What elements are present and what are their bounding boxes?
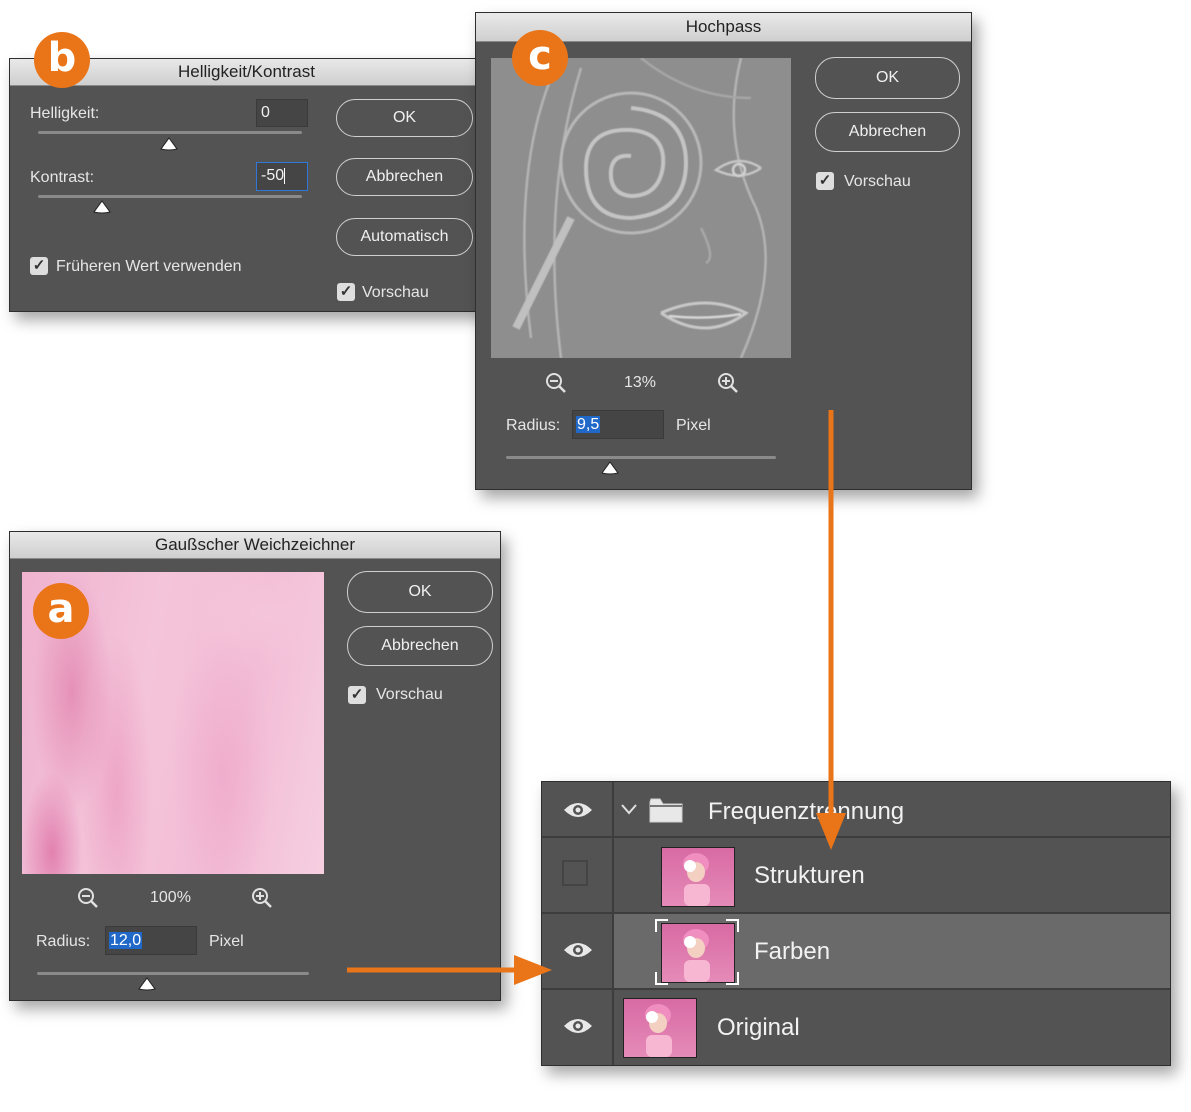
- ok-button[interactable]: OK: [347, 571, 493, 613]
- legacy-checkbox[interactable]: ✓: [30, 257, 48, 275]
- legacy-label: Früheren Wert verwenden: [56, 258, 242, 275]
- radius-unit: Pixel: [209, 933, 244, 950]
- badge-b: b: [34, 32, 90, 88]
- cancel-button[interactable]: Abbrechen: [336, 158, 473, 196]
- brightness-field[interactable]: 0: [256, 99, 308, 127]
- group-name: Frequenztrennung: [708, 798, 905, 825]
- zoom-level: 100%: [150, 889, 191, 906]
- visibility-cell[interactable]: [542, 838, 614, 912]
- eye-icon[interactable]: [562, 800, 594, 820]
- zoom-level: 13%: [624, 374, 657, 391]
- layers-panel: Frequenztrennung Strukturen Farben Origi…: [541, 781, 1171, 1066]
- contrast-slider-thumb[interactable]: [93, 200, 111, 214]
- layer-row-strukturen[interactable]: Strukturen: [542, 838, 1170, 914]
- layer-name: Original: [717, 1014, 800, 1041]
- brightness-slider-thumb[interactable]: [160, 137, 178, 151]
- radius-value: 9,5: [576, 416, 601, 433]
- layer-thumbnail: [661, 847, 735, 907]
- visibility-cell[interactable]: [542, 914, 614, 988]
- zoom-in-icon[interactable]: [250, 886, 274, 910]
- zoom-in-icon[interactable]: [716, 371, 740, 395]
- radius-value: 12,0: [109, 932, 143, 949]
- contrast-value: -50: [261, 167, 285, 184]
- layer-row-farben[interactable]: Farben: [542, 914, 1170, 990]
- radius-slider-track[interactable]: [506, 456, 776, 459]
- preview-checkbox[interactable]: ✓: [348, 686, 366, 704]
- cancel-button[interactable]: Abbrechen: [815, 112, 960, 152]
- brightness-label: Helligkeit:: [30, 105, 100, 122]
- layer-name: Farben: [754, 938, 831, 965]
- badge-c: c: [512, 30, 568, 86]
- layer-name: Strukturen: [754, 862, 865, 889]
- visibility-cell[interactable]: [542, 782, 614, 836]
- preview-label: Vorschau: [362, 284, 429, 301]
- layer-thumbnail: [623, 998, 697, 1058]
- eye-icon[interactable]: [562, 1016, 594, 1036]
- radius-field[interactable]: 9,5: [572, 410, 664, 439]
- eye-icon[interactable]: [562, 940, 594, 960]
- visibility-cell[interactable]: [542, 990, 614, 1065]
- radius-slider-thumb[interactable]: [138, 977, 156, 991]
- contrast-slider-track[interactable]: [38, 195, 302, 198]
- visibility-toggle-off[interactable]: [562, 860, 588, 886]
- highpass-preview-image[interactable]: [491, 58, 791, 358]
- radius-slider-thumb[interactable]: [601, 461, 619, 475]
- dialog-title: Gaußscher Weichzeichner: [10, 532, 500, 559]
- preview-label: Vorschau: [844, 173, 911, 190]
- zoom-out-icon[interactable]: [544, 371, 568, 395]
- chevron-down-icon[interactable]: [620, 802, 638, 816]
- auto-button[interactable]: Automatisch: [336, 218, 473, 256]
- badge-a: a: [33, 583, 89, 639]
- layer-thumbnail: [661, 923, 735, 983]
- radius-field[interactable]: 12,0: [105, 926, 197, 955]
- zoom-out-icon[interactable]: [76, 886, 100, 910]
- folder-icon: [649, 798, 683, 823]
- layer-row-original[interactable]: Original: [542, 990, 1170, 1065]
- ok-button[interactable]: OK: [815, 57, 960, 99]
- radius-label: Radius:: [506, 417, 561, 434]
- ok-button[interactable]: OK: [336, 99, 473, 137]
- layer-group-row[interactable]: Frequenztrennung: [542, 782, 1170, 838]
- brightness-slider-track[interactable]: [38, 131, 302, 134]
- preview-checkbox[interactable]: ✓: [337, 283, 355, 301]
- brightness-contrast-dialog: Helligkeit/Kontrast Helligkeit: 0 Kontra…: [9, 58, 484, 312]
- radius-label: Radius:: [36, 933, 91, 950]
- preview-checkbox[interactable]: ✓: [816, 172, 834, 190]
- preview-label: Vorschau: [376, 686, 443, 703]
- brightness-value: 0: [261, 104, 270, 121]
- radius-unit: Pixel: [676, 417, 711, 434]
- contrast-label: Kontrast:: [30, 169, 95, 186]
- radius-slider-track[interactable]: [37, 972, 309, 975]
- cancel-button[interactable]: Abbrechen: [347, 626, 493, 666]
- contrast-field[interactable]: -50: [256, 162, 308, 191]
